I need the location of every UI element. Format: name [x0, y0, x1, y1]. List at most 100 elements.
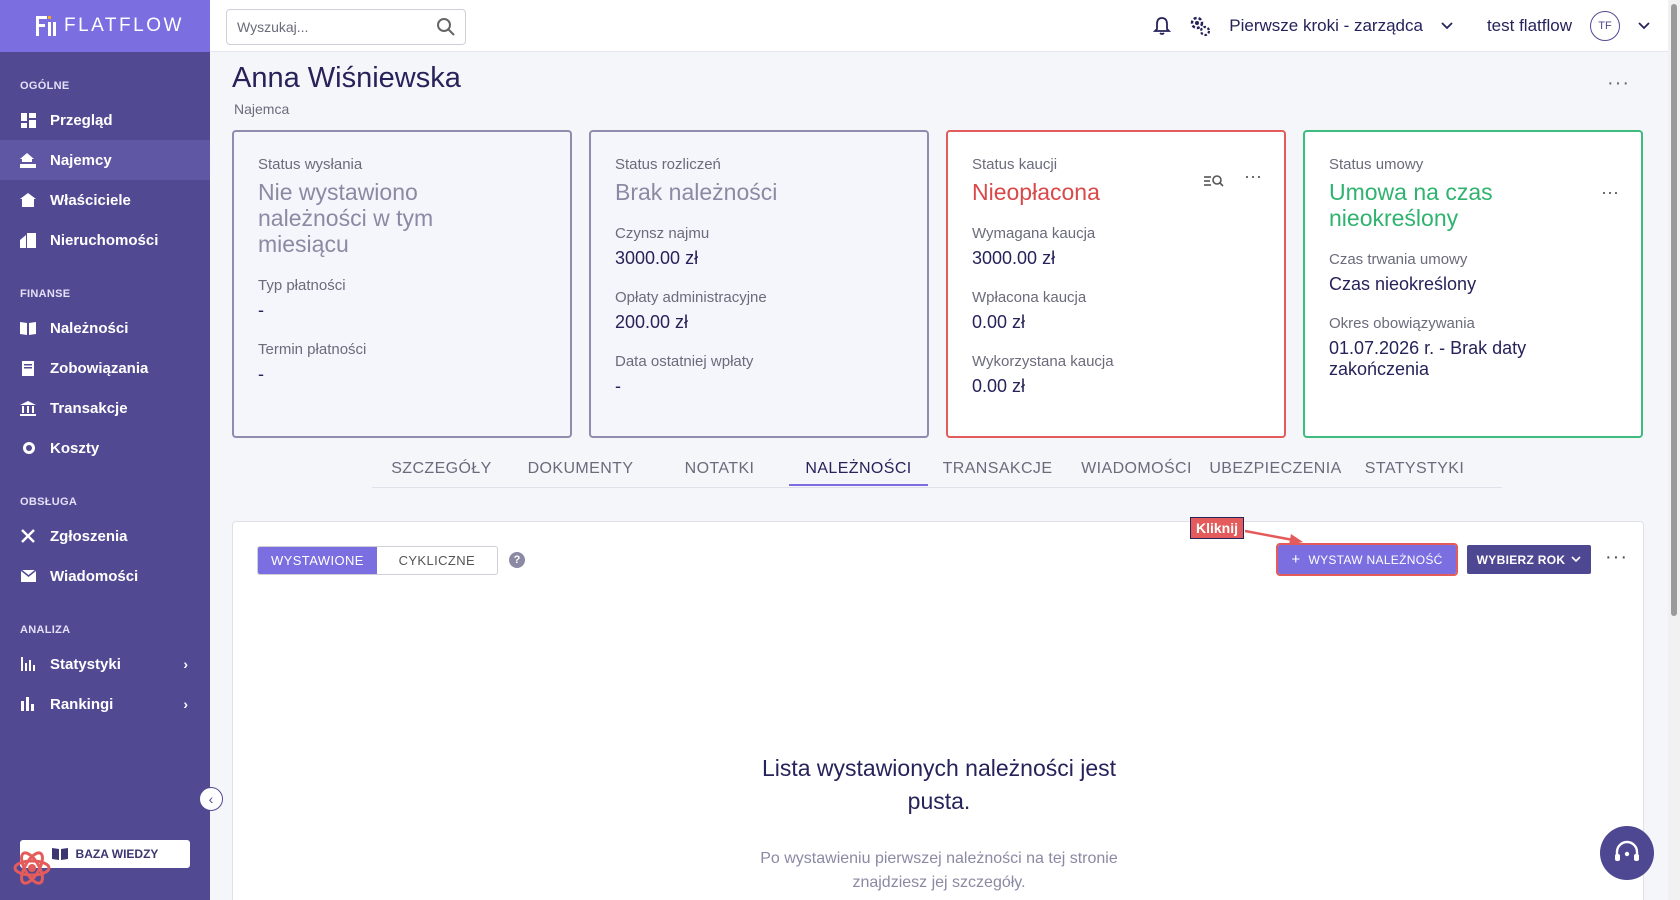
tab-transakcje[interactable]: TRANSAKCJE	[928, 454, 1067, 486]
click-annotation: Kliknij	[1190, 517, 1245, 539]
card-label: Wymagana kaucja	[972, 225, 1096, 242]
sidebar-item-label: Zgłoszenia	[50, 527, 128, 545]
logo[interactable]: FLATFLOW	[0, 0, 210, 52]
sidebar-item-transakcje[interactable]: Transakcje	[0, 388, 210, 428]
company-selector[interactable]: Pierwsze kroki - zarządca	[1229, 16, 1423, 36]
tools-icon	[20, 528, 36, 544]
card-value: 3000.00 zł	[615, 248, 699, 268]
support-chat-button[interactable]	[1600, 826, 1654, 880]
coins-icon	[20, 440, 36, 456]
card-label: Okres obowiązywania	[1329, 315, 1475, 332]
select-year-button[interactable]: WYBIERZ ROK	[1467, 545, 1591, 574]
dashboard-icon	[20, 112, 36, 128]
search-box[interactable]	[226, 9, 466, 45]
page-scrollbar[interactable]	[1668, 0, 1680, 900]
topbar: Pierwsze kroki - zarządca test flatflow …	[210, 0, 1680, 52]
empty-state-subtitle: Po wystawieniu pierwszej należności na t…	[760, 850, 1118, 891]
main-content: Anna Wiśniewska Najemca ··· Status wysła…	[210, 52, 1668, 900]
tab-dokumenty[interactable]: DOKUMENTY	[511, 454, 650, 486]
toggle-recurring[interactable]: CYKLICZNE	[377, 547, 497, 574]
card-label: Czas trwania umowy	[1329, 251, 1468, 268]
search-list-icon[interactable]	[1204, 172, 1224, 193]
sidebar-item-label: Należności	[50, 319, 129, 337]
sidebar-item-zgloszenia[interactable]: Zgłoszenia	[0, 516, 210, 556]
app-name: FLATFLOW	[64, 15, 184, 36]
card-label: Status kaucji	[972, 156, 1058, 173]
chevron-down-icon[interactable]	[1441, 22, 1453, 30]
tab-naleznosci[interactable]: NALEŻNOŚCI	[789, 454, 928, 486]
tab-wiadomosci[interactable]: WIADOMOŚCI	[1067, 454, 1206, 486]
card-label: Status wysłania	[258, 156, 363, 173]
chevron-left-icon: ‹	[208, 791, 214, 807]
card-label: Czynsz najmu	[615, 225, 710, 242]
card-status: Brak należności	[615, 179, 778, 205]
sidebar-item-naleznosci[interactable]: Należności	[0, 308, 210, 348]
card-label: Status umowy	[1329, 156, 1424, 173]
settlement-status-card: Status rozliczeń Brak należności Czynsz …	[589, 130, 929, 438]
book-icon	[20, 320, 36, 336]
sidebar-item-statystyki[interactable]: Statystyki ›	[0, 644, 210, 684]
sidebar-item-najemcy[interactable]: Najemcy	[0, 140, 210, 180]
card-label: Wykorzystana kaucja	[972, 353, 1114, 370]
card-label: Data ostatniej wpłaty	[615, 353, 754, 370]
user-name[interactable]: test flatflow	[1487, 16, 1572, 36]
help-icon[interactable]: ?	[509, 552, 525, 568]
more-options-icon[interactable]: ···	[1244, 166, 1262, 193]
tab-bar: SZCZEGÓŁY DOKUMENTY NOTATKI NALEŻNOŚCI T…	[372, 454, 1484, 486]
sidebar-item-zobowiazania[interactable]: Zobowiązania	[0, 348, 210, 388]
sidebar-item-wiadomosci[interactable]: Wiadomości	[0, 556, 210, 596]
card-value: 01.07.2026 r. - Brak daty zakończenia	[1329, 338, 1527, 379]
receivables-panel: WYSTAWIONE CYKLICZNE ? + WYSTAW NALEŻNOŚ…	[232, 521, 1644, 900]
search-input[interactable]	[237, 19, 437, 35]
sidebar-item-wlasciciele[interactable]: Właściciele	[0, 180, 210, 220]
sidebar-collapse-button[interactable]: ‹	[199, 787, 223, 811]
building-icon	[20, 232, 36, 248]
avatar[interactable]: TF	[1590, 11, 1620, 41]
bar-chart-icon	[20, 656, 36, 672]
card-label: Opłaty administracyjne	[615, 289, 767, 306]
chevron-down-icon[interactable]	[1638, 22, 1650, 30]
contract-status-card: ··· Status umowy Umowa na czas nieokreśl…	[1303, 130, 1643, 438]
card-value: 3000.00 zł	[972, 248, 1056, 268]
empty-state-title: Lista wystawionych należności jest pusta…	[761, 755, 1117, 814]
sidebar-item-nieruchomosci[interactable]: Nieruchomości	[0, 220, 210, 260]
sidebar-item-label: Właściciele	[50, 191, 131, 209]
more-options-icon[interactable]: ···	[1601, 182, 1619, 203]
scrollbar-thumb[interactable]	[1671, 4, 1677, 616]
sidebar-item-koszty[interactable]: Koszty	[0, 428, 210, 468]
more-options-icon[interactable]: ···	[1605, 546, 1628, 569]
sidebar-item-rankingi[interactable]: Rankingi ›	[0, 684, 210, 724]
tenant-icon	[20, 152, 36, 168]
page-subtitle: Najemca	[234, 101, 290, 117]
tab-ubezpieczenia[interactable]: UBEZPIECZENIA	[1206, 454, 1345, 486]
toggle-issued[interactable]: WYSTAWIONE	[258, 547, 377, 574]
add-receivable-button[interactable]: + WYSTAW NALEŻNOŚĆ	[1276, 543, 1458, 576]
tab-szczegoly[interactable]: SZCZEGÓŁY	[372, 454, 511, 486]
card-label: Status rozliczeń	[615, 156, 721, 173]
card-label: Typ płatności	[258, 277, 346, 294]
card-label: Termin płatności	[258, 341, 367, 358]
card-status: Umowa na czas nieokreślony	[1329, 179, 1493, 231]
react-devtools-icon[interactable]	[12, 848, 52, 888]
plus-icon: +	[1291, 551, 1301, 568]
card-label: Wpłacona kaucja	[972, 289, 1087, 306]
bell-icon[interactable]	[1153, 16, 1172, 36]
tab-notatki[interactable]: NOTATKI	[650, 454, 789, 486]
card-value: Czas nieokreślony	[1329, 274, 1477, 294]
deposit-status-card: ··· Status kaucji Nieopłacona Wymagana k…	[946, 130, 1286, 438]
card-value: 0.00 zł	[972, 312, 1026, 332]
nav-section-title: OGÓLNE	[20, 80, 70, 92]
card-value: 0.00 zł	[972, 376, 1026, 396]
document-icon	[20, 360, 36, 376]
more-options-icon[interactable]: ···	[1607, 72, 1630, 95]
sending-status-card: Status wysłania Nie wystawiono należnośc…	[232, 130, 572, 438]
search-icon[interactable]	[437, 18, 455, 36]
gears-icon[interactable]	[1189, 15, 1211, 37]
chevron-right-icon: ›	[183, 696, 188, 712]
nav-section-title: OBSŁUGA	[20, 496, 78, 508]
card-status: Nie wystawiono należności w tym miesiącu	[258, 179, 434, 257]
tab-statystyki[interactable]: STATYSTYKI	[1345, 454, 1484, 486]
sidebar-item-label: Koszty	[50, 439, 100, 457]
sidebar-item-przeglad[interactable]: Przegląd	[0, 100, 210, 140]
book-open-icon	[51, 848, 68, 860]
